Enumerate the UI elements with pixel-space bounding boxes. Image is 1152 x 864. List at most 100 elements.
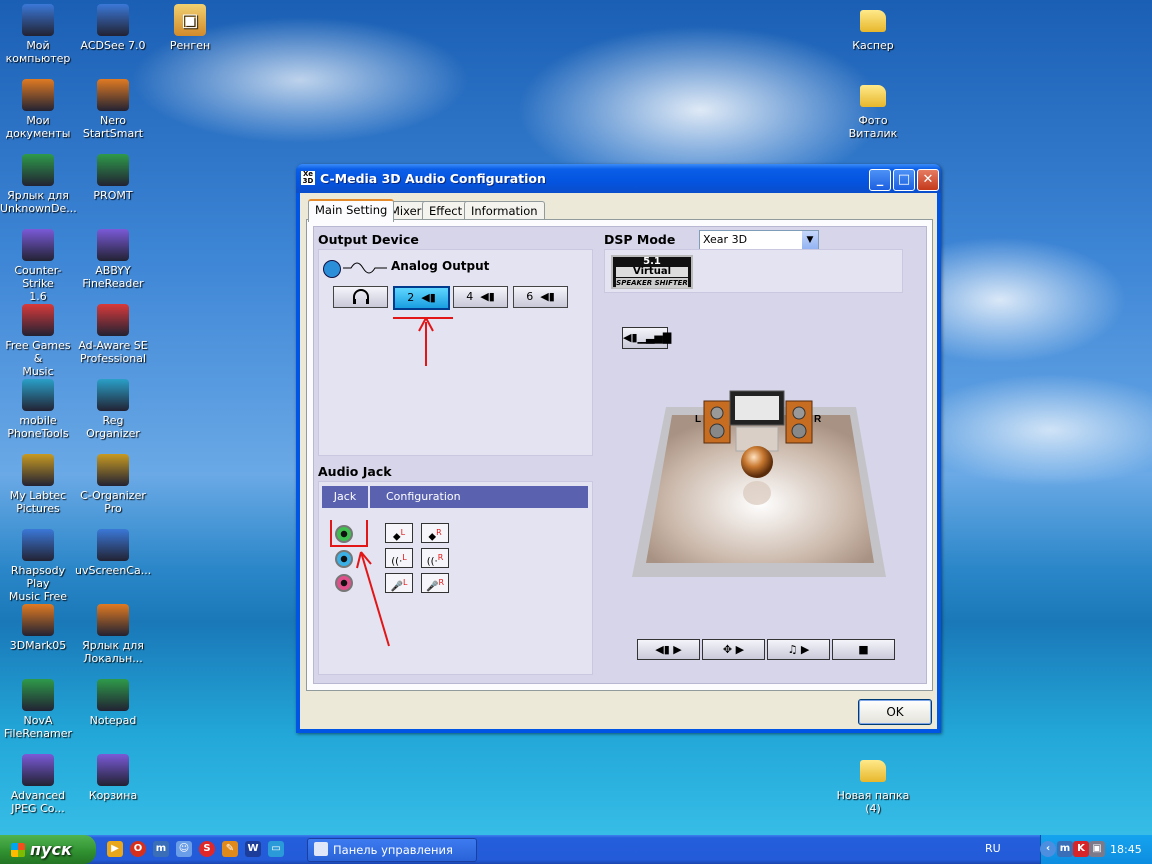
desktop-icon-label: Reg Organizer [86, 414, 140, 440]
shortcut-icon [22, 154, 54, 186]
control-panel-icon [314, 842, 328, 856]
speaker-test-button[interactable]: ◀▮ ▶ [637, 639, 700, 660]
desktop-icon[interactable]: Rhapsody Play Music Free [0, 527, 76, 603]
organizer-icon [97, 454, 129, 486]
desktop-icon[interactable]: 3DMark05 [0, 602, 76, 652]
quicklaunch-screen-icon[interactable]: ▭ [268, 841, 284, 857]
nero-icon [97, 79, 129, 111]
desktop-icon[interactable]: Мой компьютер [0, 2, 76, 65]
quicklaunch-winamp-icon[interactable]: ▶ [107, 841, 123, 857]
tray-network-icon[interactable]: ▣ [1089, 841, 1105, 857]
desktop-icon[interactable]: Free Games & Music [0, 302, 76, 378]
desktop-icon[interactable]: My Labtec Pictures [0, 452, 76, 515]
desktop-icon-rengen[interactable]: ▣ Ренген [152, 2, 228, 52]
phone-icon [22, 379, 54, 411]
desktop-icon[interactable]: uvScreenCa... [75, 527, 151, 577]
desktop-icon-label: Counter-Strike 1.6 [14, 264, 62, 303]
analog-output-icon [323, 260, 341, 278]
tray-expand-icon[interactable]: ‹ [1040, 841, 1056, 857]
desktop-icon[interactable]: Reg Organizer [75, 377, 151, 440]
close-icon: ✕ [922, 172, 934, 187]
start-button[interactable]: пуск [0, 835, 96, 864]
speaker-icon: ◀▮ [417, 291, 436, 304]
tray-kaspersky-icon[interactable]: K [1073, 841, 1089, 857]
desktop-icon[interactable]: Мои документы [0, 77, 76, 140]
desktop-icon[interactable]: Корзина [75, 752, 151, 802]
screencam-icon [97, 529, 129, 561]
config-mic-right-button[interactable]: 🎤R [421, 573, 449, 593]
config-front-right-button[interactable]: ◆R [421, 523, 449, 543]
desktop-icon[interactable]: Counter-Strike 1.6 [0, 227, 76, 303]
desktop-icon-label: mobile PhoneTools [7, 414, 69, 440]
desktop-icon[interactable]: Advanced JPEG Co... [0, 752, 76, 815]
tab-effect[interactable]: Effect [422, 201, 470, 220]
close-button[interactable]: ✕ [917, 169, 939, 191]
audio-jack-heading: Audio Jack [318, 464, 392, 479]
virtual-speaker-shifter-badge[interactable]: 5.1 Virtual SPEAKER SHIFTER [611, 255, 693, 289]
desktop-icon[interactable]: Фото Виталик [835, 77, 911, 140]
game-icon [22, 229, 54, 261]
audio-config-window: Xe 3D C-Media 3D Audio Configuration _ □ … [296, 164, 941, 733]
desktop-icon-label: Каспер [852, 39, 894, 52]
jpg-file-icon: ▣ [174, 4, 206, 36]
desktop-icon[interactable]: NovA FileRenamer [0, 677, 76, 740]
clock: 18:45 [1110, 843, 1142, 856]
dsp-mode-select[interactable]: Xear 3D ▼ [699, 230, 819, 250]
benchmark-icon [22, 604, 54, 636]
quicklaunch-opera-icon[interactable]: O [130, 841, 146, 857]
speaker-icon: ◀▮ [476, 290, 495, 303]
quicklaunch-s-icon[interactable]: S [199, 841, 215, 857]
desktop-icon-label: ABBYY FineReader [82, 264, 144, 290]
music-play-button[interactable]: ♫ ▶ [767, 639, 830, 660]
window-client-area: Main Setting Mixer Effect Information Ou… [300, 193, 937, 729]
desktop-icon[interactable]: Ярлык для Локальн... [75, 602, 151, 665]
config-line-in-right-button[interactable]: ((·R [421, 548, 449, 568]
four-speaker-button[interactable]: 4 ◀▮ [453, 286, 508, 308]
desktop-icon[interactable]: Новая папка (4) [835, 752, 911, 815]
move-play-icon: ✥ ▶ [722, 643, 745, 656]
quicklaunch-adaware-icon[interactable]: ✎ [222, 841, 238, 857]
desktop-icon[interactable]: C-Organizer Pro [75, 452, 151, 515]
desktop-icon-label: NovA FileRenamer [3, 714, 73, 740]
rotate-button[interactable]: ✥ ▶ [702, 639, 765, 660]
tab-main-setting[interactable]: Main Setting [308, 199, 395, 222]
output-device-panel: Analog Output 2 ◀▮ 4 ◀▮ 6 ◀▮ [318, 249, 593, 456]
two-speaker-button[interactable]: 2 ◀▮ [393, 286, 450, 310]
taskbar: пуск ▶ O m ☺ S ✎ W ▭ Панель управления R… [0, 835, 1152, 864]
desktop-icon[interactable]: Ad-Aware SE Professional [75, 302, 151, 365]
desktop-icon[interactable]: Notepad [75, 677, 151, 727]
gift-icon [22, 304, 54, 336]
desktop-icon[interactable]: Ярлык для UnknownDe... [0, 152, 77, 215]
desktop-icon[interactable]: ABBYY FineReader [75, 227, 151, 290]
desktop-icon[interactable]: mobile PhoneTools [0, 377, 76, 440]
six-speaker-button[interactable]: 6 ◀▮ [513, 286, 568, 308]
desktop-icon[interactable]: ACDSee 7.0 [75, 2, 151, 52]
language-indicator[interactable]: RU [985, 842, 1001, 855]
registry-icon [97, 379, 129, 411]
quicklaunch-people-icon[interactable]: ☺ [176, 841, 192, 857]
annotation-arrow-head [418, 318, 434, 332]
jack-table-header: Jack Configuration [322, 486, 588, 508]
speaker-play-icon: ◀▮ ▶ [655, 643, 682, 656]
speaker-volume-icon: ◀▮▁▃▅▇ [623, 331, 672, 344]
maximize-button[interactable]: □ [893, 169, 915, 191]
tab-information[interactable]: Information [464, 201, 545, 220]
ok-button[interactable]: OK [858, 699, 932, 725]
minimize-button[interactable]: _ [869, 169, 891, 191]
quicklaunch-messenger-icon[interactable]: m [153, 841, 169, 857]
tray-messenger-icon[interactable]: m [1057, 841, 1073, 857]
speaker-config-buttons: 2 ◀▮ 4 ◀▮ 6 ◀▮ [333, 286, 589, 310]
headphones-button[interactable] [333, 286, 388, 308]
stop-button[interactable]: ■ [832, 639, 895, 660]
quicklaunch-word-icon[interactable]: W [245, 841, 261, 857]
taskbar-item-control-panel[interactable]: Панель управления [307, 838, 477, 862]
window-titlebar[interactable]: Xe 3D C-Media 3D Audio Configuration _ □ … [296, 164, 941, 193]
desktop-icon-label: Notepad [89, 714, 137, 727]
playback-controls: ◀▮ ▶ ✥ ▶ ♫ ▶ ■ [637, 639, 897, 661]
volume-level-button[interactable]: ◀▮▁▃▅▇ [622, 327, 672, 349]
desktop-icon-label: Новая папка (4) [836, 789, 910, 815]
desktop-icon[interactable]: PROMT [75, 152, 151, 202]
desktop-icon[interactable]: Каспер [835, 2, 911, 52]
desktop-icon[interactable]: Nero StartSmart [75, 77, 151, 140]
desktop-icon-label: Ярлык для Локальн... [82, 639, 144, 665]
